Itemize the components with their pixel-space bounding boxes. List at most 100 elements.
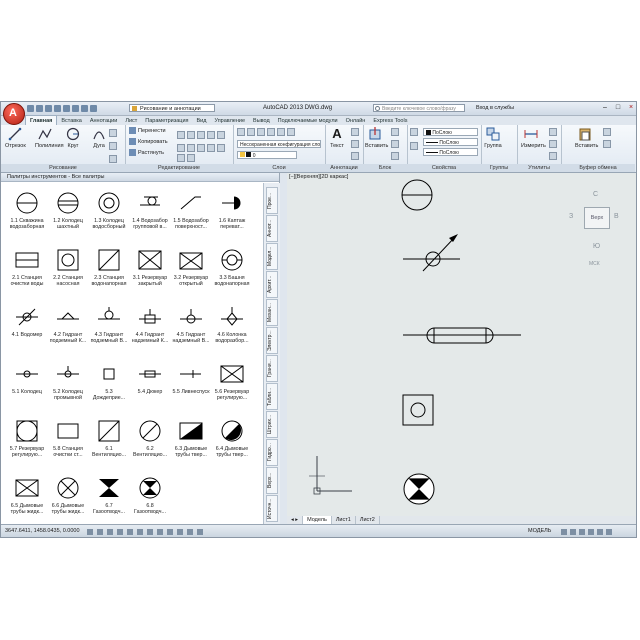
osnap-icon[interactable] xyxy=(127,529,133,535)
otrack-icon[interactable] xyxy=(137,529,143,535)
palette-tool-item[interactable]: 2.3 Станция водонапорная xyxy=(89,242,129,304)
symbol-well-drawing[interactable] xyxy=(401,179,433,211)
palette-group-tab[interactable]: Модел... xyxy=(266,243,278,270)
ortho-icon[interactable] xyxy=(107,529,113,535)
ducs-icon[interactable] xyxy=(147,529,153,535)
erase-icon[interactable] xyxy=(187,144,195,152)
fillet-icon[interactable] xyxy=(197,131,205,139)
polar-icon[interactable] xyxy=(117,529,123,535)
sc-icon[interactable] xyxy=(197,529,203,535)
insert-block-button[interactable]: Вставить xyxy=(365,127,388,149)
panel-groups-label[interactable]: Группы xyxy=(481,164,517,172)
cut-icon[interactable] xyxy=(603,128,611,136)
palette-tool-item[interactable]: 6.2 Вентиляцио... xyxy=(130,413,170,475)
color-select[interactable]: ПоСлою xyxy=(423,128,478,136)
panel-modify-label[interactable]: Редактирование xyxy=(125,164,233,172)
mirror-icon[interactable] xyxy=(187,131,195,139)
palette-tool-item[interactable]: 1.5 Водозабор поверхност... xyxy=(171,185,211,247)
rotate-icon[interactable] xyxy=(177,131,185,139)
undo-icon[interactable] xyxy=(72,105,79,112)
palette-group-tab[interactable]: Табли... xyxy=(266,383,278,410)
join-icon[interactable] xyxy=(177,154,185,162)
panel-draw-label[interactable]: Рисование xyxy=(1,164,125,172)
palette-group-tab[interactable]: Архит... xyxy=(266,271,278,298)
workspace-switch-icon[interactable] xyxy=(579,529,585,535)
id-point-icon[interactable] xyxy=(549,152,557,160)
palette-group-tab[interactable]: Механ... xyxy=(266,299,278,326)
array-icon[interactable] xyxy=(177,144,185,152)
viewcube[interactable]: Верх xyxy=(584,207,610,229)
palette-tool-item[interactable]: 1.1 Скважина водозаборная xyxy=(7,185,47,247)
layer-match-icon[interactable] xyxy=(287,128,295,136)
grid-icon[interactable] xyxy=(97,529,103,535)
palette-tool-item[interactable]: 4.5 Гидрант надземный В... xyxy=(171,299,211,361)
close-button[interactable]: × xyxy=(625,103,636,113)
palette-tool-item[interactable]: 2.1 Станция очистки воды xyxy=(7,242,47,304)
create-block-icon[interactable] xyxy=(391,128,399,136)
palette-tool-item[interactable]: 5.6 Резервуар регулирую... xyxy=(212,356,252,418)
polyline-button[interactable]: Полилиния xyxy=(35,127,64,149)
circle-button[interactable]: Круг xyxy=(63,127,83,149)
linetype-select[interactable]: ПоСлою xyxy=(423,148,478,156)
quick-select-icon[interactable] xyxy=(549,128,557,136)
model-space-button[interactable]: МОДЕЛЬ xyxy=(528,525,551,537)
scale-icon[interactable] xyxy=(217,131,225,139)
symbol-ventilation-drawing[interactable] xyxy=(402,394,434,426)
trim-icon[interactable] xyxy=(207,131,215,139)
palette-group-tab[interactable]: Источн... xyxy=(266,495,278,522)
signin-button[interactable]: Вход в службы xyxy=(476,105,514,111)
palette-tool-item[interactable]: 4.4 Гидрант надземный К... xyxy=(130,299,170,361)
symbol-gas-outlet-drawing[interactable] xyxy=(403,473,435,505)
select-all-icon[interactable] xyxy=(549,140,557,148)
layer-select[interactable]: 0 xyxy=(237,151,297,159)
palette-tool-item[interactable]: 3.2 Резервуар открытый xyxy=(171,242,211,304)
palette-tool-item[interactable]: 5.2 Колодец промывной xyxy=(48,356,88,418)
layer-lock-icon[interactable] xyxy=(267,128,275,136)
maximize-button[interactable]: □ xyxy=(612,103,624,113)
palette-tool-item[interactable]: 5.3 Дождеприе... xyxy=(89,356,129,418)
symbol-water-meter-drawing[interactable] xyxy=(403,234,460,272)
drawing-viewport[interactable]: [−][Верхняя][2D каркас] С З В Ю Верх МСК xyxy=(287,173,636,516)
search-input[interactable]: Введите ключевое слово/фразу xyxy=(373,104,465,112)
palette-tool-item[interactable]: 6.6 Дымовые трубы жидк... xyxy=(48,470,88,532)
leader-icon[interactable] xyxy=(351,140,359,148)
lineweight-select[interactable]: ПоСлою xyxy=(423,138,478,146)
application-menu-button[interactable]: A xyxy=(3,103,25,125)
paste-button[interactable]: Вставить xyxy=(575,127,598,149)
palette-tool-item[interactable]: 5.1 Колодец xyxy=(7,356,47,418)
group-button[interactable]: Группа xyxy=(483,127,503,149)
offset-icon[interactable] xyxy=(207,144,215,152)
palette-tool-item[interactable]: 6.3 Дымовые трубы твер... xyxy=(171,413,211,475)
wcs-menu[interactable]: МСК xyxy=(589,261,600,267)
layer-freeze-icon[interactable] xyxy=(257,128,265,136)
palette-group-tab[interactable]: Грани... xyxy=(266,355,278,382)
palette-group-tab[interactable]: Штрих... xyxy=(266,411,278,438)
palette-tool-item[interactable]: 5.5 Ливнеспуск xyxy=(171,356,211,418)
palette-group-tab[interactable]: Прое... xyxy=(266,187,278,214)
layer-isolate-icon[interactable] xyxy=(247,128,255,136)
panel-annotation-label[interactable]: Аннотации xyxy=(325,164,363,172)
viewport-scale-icon[interactable] xyxy=(561,529,567,535)
panel-utilities-label[interactable]: Утилиты xyxy=(517,164,561,172)
lineweight-icon[interactable] xyxy=(167,529,173,535)
table-icon[interactable] xyxy=(351,152,359,160)
rectangle-icon[interactable] xyxy=(109,129,117,137)
workspace-select[interactable]: Рисование и аннотации xyxy=(129,104,215,112)
palette-tool-item[interactable]: 6.1 Вентиляцио... xyxy=(89,413,129,475)
hatch-icon[interactable] xyxy=(109,142,117,150)
stretch-button[interactable]: Растянуть xyxy=(129,149,164,158)
palette-group-tab[interactable]: Гидро... xyxy=(266,439,278,466)
explode-icon[interactable] xyxy=(197,144,205,152)
palette-tool-item[interactable]: 1.4 Водозабор групповой в... xyxy=(130,185,170,247)
palette-tool-item[interactable]: 1.6 Каптаж переват... xyxy=(212,185,252,247)
dyn-icon[interactable] xyxy=(157,529,163,535)
save-icon[interactable] xyxy=(45,105,52,112)
copy-button[interactable]: Копировать xyxy=(129,138,168,147)
palette-tool-item[interactable]: 1.3 Колодец водосборный xyxy=(89,185,129,247)
palette-tool-item[interactable]: 6.8 Газоотводч... xyxy=(130,470,170,532)
snap-icon[interactable] xyxy=(87,529,93,535)
panel-properties-label[interactable]: Свойства xyxy=(407,164,481,172)
edit-block-icon[interactable] xyxy=(391,140,399,148)
edit-attributes-icon[interactable] xyxy=(391,152,399,160)
match-properties-icon[interactable] xyxy=(410,128,418,136)
